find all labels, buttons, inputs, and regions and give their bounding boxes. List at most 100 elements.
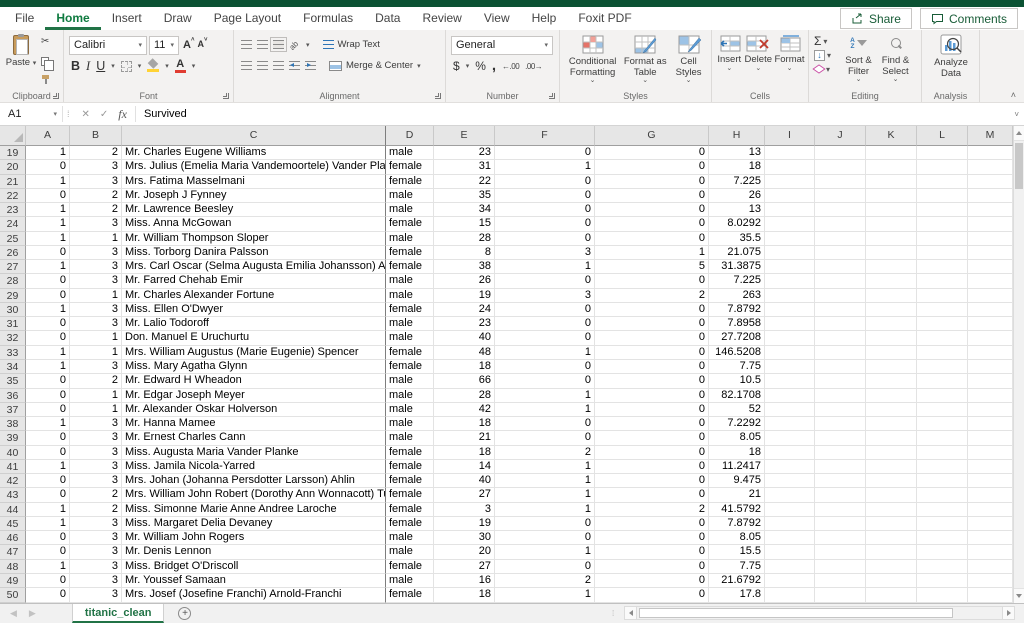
cell-f23[interactable]: 0 (495, 203, 595, 218)
vertical-scrollbar[interactable] (1013, 126, 1024, 603)
cell-k24[interactable] (866, 217, 917, 232)
cell-k38[interactable] (866, 417, 917, 432)
cell-k37[interactable] (866, 402, 917, 418)
cell-b40[interactable]: 3 (70, 445, 122, 460)
cell-g44[interactable]: 2 (595, 502, 709, 517)
cell-b36[interactable]: 1 (70, 388, 122, 403)
cell-j38[interactable] (815, 417, 866, 432)
cell-m41[interactable] (968, 459, 1013, 475)
cell-c46[interactable]: Mr. William John Rogers (122, 531, 386, 546)
cell-i43[interactable] (765, 488, 815, 503)
cell-m28[interactable] (968, 274, 1013, 289)
increase-decimal-icon[interactable]: ←.00 (502, 62, 520, 71)
sort-filter-button[interactable]: AZ Sort & Filter ⌄ (840, 34, 877, 88)
cell-m38[interactable] (968, 417, 1013, 432)
format-as-table-button[interactable]: Format as Table ⌄ (622, 35, 668, 88)
cell-f37[interactable]: 1 (495, 402, 595, 418)
cell-e48[interactable]: 27 (434, 559, 495, 574)
row-header-46[interactable]: 46 (0, 531, 26, 546)
cell-d40[interactable]: female (386, 445, 434, 460)
bold-button[interactable]: B (71, 59, 80, 73)
cell-a45[interactable]: 1 (26, 516, 70, 532)
cell-e33[interactable]: 48 (434, 345, 495, 360)
cell-b49[interactable]: 3 (70, 573, 122, 589)
cell-a32[interactable]: 0 (26, 331, 70, 346)
column-header-i[interactable]: I (765, 126, 815, 146)
cell-l34[interactable] (917, 359, 968, 375)
cell-h44[interactable]: 41.5792 (709, 502, 765, 517)
cell-l27[interactable] (917, 260, 968, 275)
cell-d34[interactable]: female (386, 359, 434, 375)
cell-k39[interactable] (866, 431, 917, 446)
column-header-d[interactable]: D (386, 126, 434, 146)
cell-f38[interactable]: 0 (495, 417, 595, 432)
cell-a44[interactable]: 1 (26, 502, 70, 517)
cell-b34[interactable]: 3 (70, 359, 122, 375)
cell-l23[interactable] (917, 203, 968, 218)
cell-d38[interactable]: male (386, 417, 434, 432)
cell-c19[interactable]: Mr. Charles Eugene Williams (122, 146, 386, 161)
cell-l29[interactable] (917, 288, 968, 303)
cell-j35[interactable] (815, 374, 866, 389)
cell-g19[interactable]: 0 (595, 146, 709, 161)
cell-j33[interactable] (815, 345, 866, 360)
cell-i47[interactable] (765, 545, 815, 560)
scroll-down-icon[interactable] (1014, 588, 1024, 603)
chevron-down-icon[interactable]: ▾ (192, 62, 196, 70)
horizontal-scroll-track[interactable] (637, 606, 1002, 620)
cell-c31[interactable]: Mr. Lalio Todoroff (122, 317, 386, 332)
cell-b41[interactable]: 3 (70, 459, 122, 475)
cell-j50[interactable] (815, 588, 866, 603)
cell-c37[interactable]: Mr. Alexander Oskar Holverson (122, 402, 386, 418)
enter-icon[interactable]: ✓ (100, 109, 108, 120)
cell-c22[interactable]: Mr. Joseph J Fynney (122, 188, 386, 204)
decrease-indent-icon[interactable] (289, 61, 300, 70)
cell-a48[interactable]: 1 (26, 559, 70, 574)
cell-i34[interactable] (765, 359, 815, 375)
cell-d28[interactable]: male (386, 274, 434, 289)
cell-i24[interactable] (765, 217, 815, 232)
cell-l50[interactable] (917, 588, 968, 603)
cell-l19[interactable] (917, 146, 968, 161)
cell-e47[interactable]: 20 (434, 545, 495, 560)
cell-h22[interactable]: 26 (709, 188, 765, 204)
cell-j24[interactable] (815, 217, 866, 232)
cell-k25[interactable] (866, 231, 917, 246)
cell-i50[interactable] (765, 588, 815, 603)
column-header-c[interactable]: C (122, 126, 386, 146)
cell-d42[interactable]: female (386, 474, 434, 489)
cell-a31[interactable]: 0 (26, 317, 70, 332)
delete-cells-button[interactable]: Delete ⌄ (745, 35, 772, 88)
align-right-icon[interactable] (273, 61, 284, 70)
row-header-28[interactable]: 28 (0, 274, 26, 289)
cell-b39[interactable]: 3 (70, 431, 122, 446)
cell-k42[interactable] (866, 474, 917, 489)
cell-e27[interactable]: 38 (434, 260, 495, 275)
row-header-30[interactable]: 30 (0, 302, 26, 318)
cell-k49[interactable] (866, 573, 917, 589)
cell-j34[interactable] (815, 359, 866, 375)
cell-h35[interactable]: 10.5 (709, 374, 765, 389)
cell-b28[interactable]: 3 (70, 274, 122, 289)
cell-l31[interactable] (917, 317, 968, 332)
cell-k32[interactable] (866, 331, 917, 346)
cell-f47[interactable]: 1 (495, 545, 595, 560)
cell-b27[interactable]: 3 (70, 260, 122, 275)
cell-c26[interactable]: Miss. Torborg Danira Palsson (122, 245, 386, 261)
cell-j36[interactable] (815, 388, 866, 403)
cell-h48[interactable]: 7.75 (709, 559, 765, 574)
cell-j19[interactable] (815, 146, 866, 161)
row-header-48[interactable]: 48 (0, 559, 26, 574)
row-header-40[interactable]: 40 (0, 445, 26, 460)
copy-icon[interactable] (41, 56, 54, 71)
row-header-43[interactable]: 43 (0, 488, 26, 503)
cell-e30[interactable]: 24 (434, 302, 495, 318)
cell-e28[interactable]: 26 (434, 274, 495, 289)
row-header-36[interactable]: 36 (0, 388, 26, 403)
cell-l44[interactable] (917, 502, 968, 517)
cell-k28[interactable] (866, 274, 917, 289)
select-all-corner[interactable] (0, 126, 26, 146)
cell-g29[interactable]: 2 (595, 288, 709, 303)
cell-j23[interactable] (815, 203, 866, 218)
cell-m43[interactable] (968, 488, 1013, 503)
